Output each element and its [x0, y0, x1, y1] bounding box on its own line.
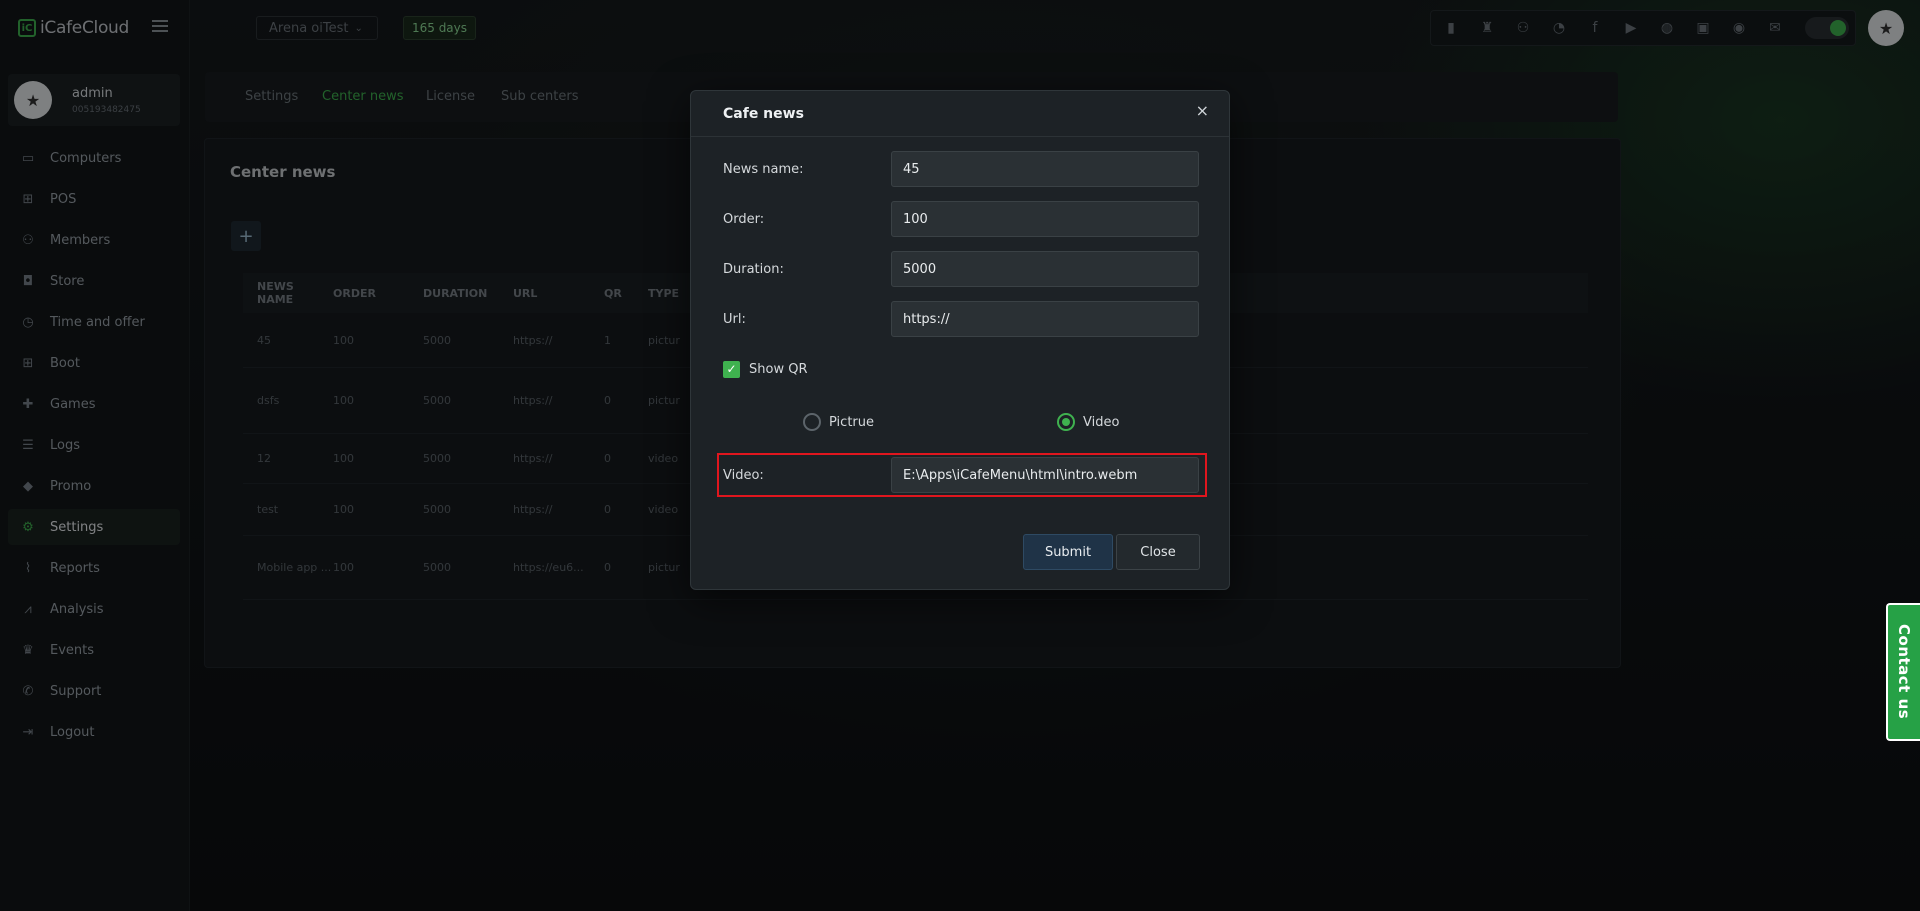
news-name-row: News name: [723, 151, 1201, 187]
modal-title: Cafe news [723, 106, 804, 122]
duration-label: Duration: [723, 261, 784, 277]
duration-row: Duration: [723, 251, 1201, 287]
radio-video-label: Video [1083, 414, 1120, 430]
order-label: Order: [723, 211, 765, 227]
close-button[interactable]: Close [1116, 534, 1200, 570]
order-input[interactable] [891, 201, 1199, 237]
show-qr-row: ✓ Show QR [723, 351, 1201, 387]
cafe-news-modal: Cafe news × News name: Order: Duration: … [690, 90, 1230, 590]
radio-video[interactable] [1057, 413, 1075, 431]
duration-input[interactable] [891, 251, 1199, 287]
url-label: Url: [723, 311, 746, 327]
submit-button[interactable]: Submit [1023, 534, 1113, 570]
modal-header: Cafe news × [691, 91, 1229, 137]
radio-picture-option[interactable]: Pictrue [803, 413, 1057, 431]
order-row: Order: [723, 201, 1201, 237]
news-name-input[interactable] [891, 151, 1199, 187]
url-input[interactable] [891, 301, 1199, 337]
radio-picture-label: Pictrue [829, 414, 874, 430]
radio-picture[interactable] [803, 413, 821, 431]
contact-us-label: Contact us [1895, 624, 1913, 720]
url-row: Url: [723, 301, 1201, 337]
video-row-highlight [717, 453, 1207, 497]
close-icon[interactable]: × [1196, 101, 1209, 120]
radio-video-option[interactable]: Video [1057, 413, 1119, 431]
show-qr-label: Show QR [749, 361, 808, 377]
news-name-label: News name: [723, 161, 804, 177]
check-icon: ✓ [726, 362, 737, 376]
type-radio-row: Pictrue Video [723, 404, 1201, 440]
show-qr-checkbox[interactable]: ✓ [723, 360, 740, 378]
contact-us-button[interactable]: Contact us [1886, 603, 1920, 741]
